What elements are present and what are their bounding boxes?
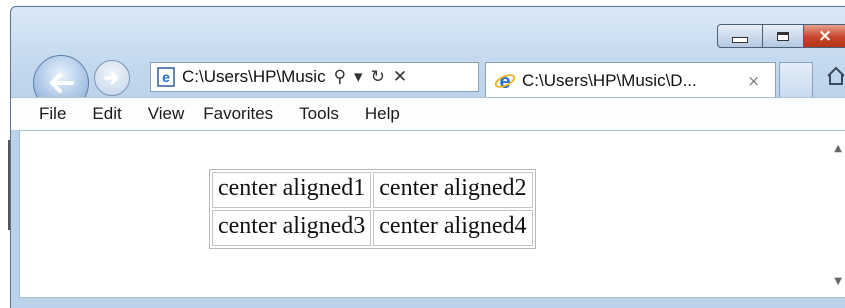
menu-bar: File Edit View Favorites Tools Help xyxy=(11,97,845,130)
refresh-icon[interactable]: ↻ xyxy=(371,67,385,87)
forward-button[interactable] xyxy=(94,60,130,96)
menu-tools[interactable]: Tools xyxy=(299,104,339,124)
maximize-button[interactable] xyxy=(762,24,804,48)
tab-close-icon[interactable]: × xyxy=(747,72,760,90)
table-cell: center aligned2 xyxy=(373,172,533,208)
address-text: C:\Users\HP\Music xyxy=(182,67,326,86)
minimize-icon xyxy=(732,37,748,43)
page-content: center aligned1 center aligned2 center a… xyxy=(19,130,845,298)
centered-table: center aligned1 center aligned2 center a… xyxy=(209,169,536,249)
internet-explorer-icon: e xyxy=(494,71,516,92)
address-controls: ⚲ ▾ ↻ ✕ xyxy=(334,67,408,87)
scroll-down-icon[interactable]: ▼ xyxy=(834,276,842,287)
new-tab-button[interactable] xyxy=(779,62,813,98)
address-bar[interactable]: e C:\Users\HP\Music ⚲ ▾ ↻ ✕ xyxy=(150,62,479,92)
dropdown-icon[interactable]: ▾ xyxy=(354,67,363,87)
menu-help[interactable]: Help xyxy=(365,104,400,124)
table-row: center aligned1 center aligned2 xyxy=(212,172,533,208)
close-button[interactable]: × xyxy=(803,24,845,48)
forward-arrow-icon xyxy=(103,71,119,85)
menu-favorites[interactable]: Favorites xyxy=(203,104,273,124)
svg-text:e: e xyxy=(162,69,170,85)
maximize-icon xyxy=(777,31,789,41)
browser-window: × e C:\Users\HP\Music ⚲ ▾ ↻ ✕ e C:\Users… xyxy=(10,6,845,308)
vertical-scrollbar[interactable]: ▲ ▼ xyxy=(828,131,845,297)
minimize-button[interactable] xyxy=(717,24,763,48)
menu-edit[interactable]: Edit xyxy=(92,104,121,124)
page-icon: e xyxy=(157,67,175,87)
stop-icon[interactable]: ✕ xyxy=(393,67,407,87)
table-row: center aligned3 center aligned4 xyxy=(212,210,533,246)
svg-text:e: e xyxy=(499,71,510,92)
table-cell: center aligned3 xyxy=(212,210,372,246)
back-arrow-icon xyxy=(50,73,74,93)
caption-buttons: × xyxy=(717,24,845,48)
search-icon[interactable]: ⚲ xyxy=(334,67,346,87)
browser-tab[interactable]: e C:\Users\HP\Music\D... × xyxy=(485,62,776,98)
tab-title: C:\Users\HP\Music\D... xyxy=(522,70,697,90)
menu-file[interactable]: File xyxy=(39,104,66,124)
table-cell: center aligned4 xyxy=(373,210,533,246)
home-icon xyxy=(827,66,845,85)
close-icon: × xyxy=(817,25,833,46)
home-button[interactable] xyxy=(826,65,845,92)
scroll-up-icon[interactable]: ▲ xyxy=(834,143,842,154)
table-cell: center aligned1 xyxy=(212,172,372,208)
menu-view[interactable]: View xyxy=(148,104,185,124)
